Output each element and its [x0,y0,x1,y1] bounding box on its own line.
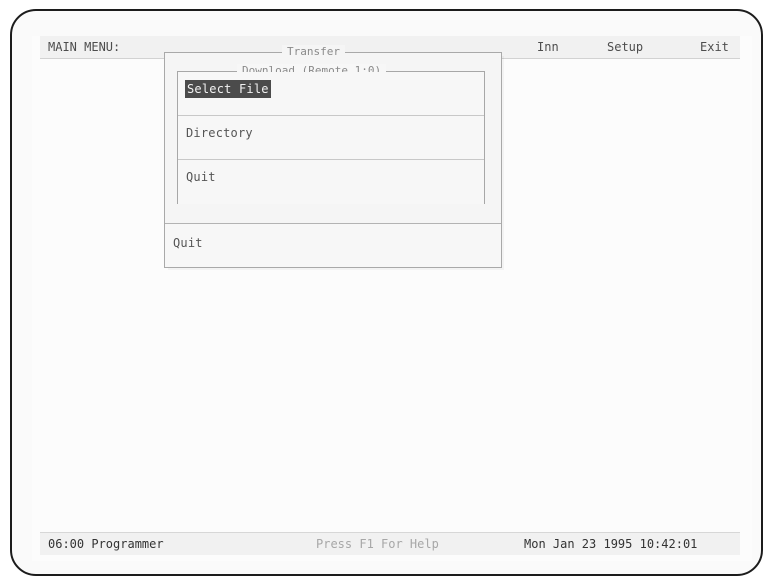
download-option-quit[interactable]: Quit [178,160,484,204]
main-menu-label: MAIN MENU: [48,40,121,54]
transfer-dialog: Transfer Download (Remote 1:0) Select Fi… [164,45,502,268]
date-time-display: Mon Jan 23 1995 10:42:01 [524,537,698,551]
download-quit-label: Quit [186,170,216,184]
transfer-quit-option[interactable]: Quit [165,223,501,267]
menu-item-setup[interactable]: Setup [607,40,643,54]
status-user-time: 06:00 Programmer [48,537,164,551]
select-file-label: Select File [185,80,271,98]
download-option-select-file[interactable]: Select File [178,72,484,116]
download-submenu: Download (Remote 1:0) Select File Direct… [177,64,485,204]
monitor-frame: MAIN MENU: Inn Setup Exit Transfer Downl… [10,9,763,576]
terminal-screen: MAIN MENU: Inn Setup Exit Transfer Downl… [32,36,752,561]
help-hint: Press F1 For Help [316,537,439,551]
directory-label: Directory [186,126,253,140]
status-bar: 06:00 Programmer Press F1 For Help Mon J… [40,532,740,555]
transfer-dialog-title: Transfer [282,45,345,58]
menu-item-partial[interactable]: Inn [537,40,559,54]
menu-item-exit[interactable]: Exit [700,40,729,54]
download-option-directory[interactable]: Directory [178,116,484,160]
transfer-quit-label: Quit [173,236,203,250]
